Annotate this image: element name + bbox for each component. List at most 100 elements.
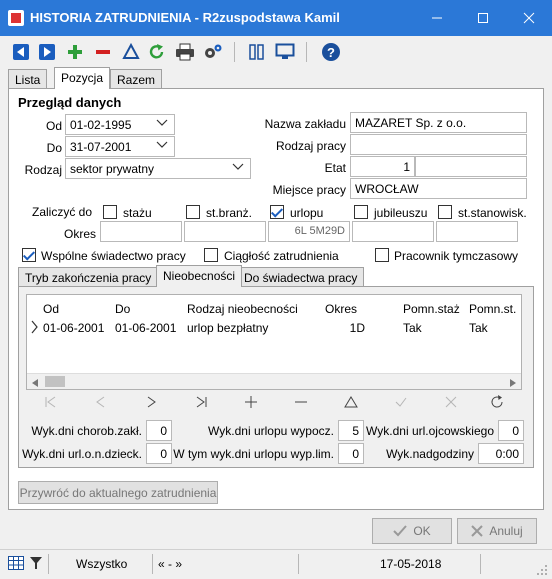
- staz-label: stażu: [123, 206, 152, 220]
- tab-do-swiadectwa[interactable]: Do świadectwa pracy: [237, 267, 365, 287]
- triangle-icon: [122, 43, 140, 59]
- okres-label: Okres: [63, 227, 96, 241]
- status-filter: Wszystko: [76, 557, 128, 571]
- col-do[interactable]: Do: [115, 302, 130, 316]
- nazwa-field[interactable]: MAZARET Sp. z o.o.: [350, 112, 527, 133]
- etat-field[interactable]: 1: [350, 156, 415, 177]
- add-button[interactable]: [64, 41, 86, 63]
- jubileusz-value[interactable]: [352, 221, 434, 242]
- monitor-icon: [275, 43, 295, 59]
- miejsce-label: Miejsce pracy: [272, 183, 346, 197]
- cancel-edit-button[interactable]: [426, 391, 476, 413]
- tymczasowy-checkbox[interactable]: [375, 248, 389, 262]
- wymiar-value: 0: [338, 443, 364, 464]
- miejsce-field[interactable]: WROCŁAW: [350, 178, 527, 199]
- post-button[interactable]: [376, 391, 426, 413]
- next-record-button[interactable]: [36, 41, 58, 63]
- scroll-right-icon[interactable]: [509, 377, 517, 391]
- cell-pomn-staz: Tak: [403, 321, 422, 335]
- status-separator: [298, 554, 299, 574]
- tab-razem[interactable]: Razem: [110, 69, 163, 89]
- urlop-checkbox[interactable]: [270, 205, 284, 219]
- remove-button[interactable]: [276, 391, 326, 413]
- next-button[interactable]: [126, 391, 176, 413]
- settings-button[interactable]: [202, 41, 224, 63]
- jubileusz-checkbox[interactable]: [354, 205, 368, 219]
- insert-button[interactable]: [226, 391, 276, 413]
- col-pomn-st[interactable]: Pomn.st.: [469, 302, 516, 316]
- chevron-down-icon: [156, 141, 168, 152]
- opieka-label: Wyk.dni url.o.n.dzieck.: [22, 447, 142, 461]
- svg-text:?: ?: [327, 45, 335, 60]
- monitor-button[interactable]: [274, 41, 296, 63]
- maximize-icon: [478, 13, 488, 23]
- prev-record-button[interactable]: [10, 41, 32, 63]
- ok-label: OK: [413, 524, 431, 538]
- cell-do: 01-06-2001: [115, 321, 177, 335]
- restore-current-employment-button[interactable]: Przywróć do aktualnego zatrudnienia: [18, 481, 218, 504]
- st-branz-checkbox[interactable]: [186, 205, 200, 219]
- refresh-grid-button[interactable]: [472, 391, 522, 413]
- cancel-button[interactable]: Anuluj: [457, 518, 537, 544]
- prev-button[interactable]: [76, 391, 126, 413]
- tab-tryb-zakonczenia[interactable]: Tryb zakończenia pracy: [18, 267, 159, 287]
- close-button[interactable]: [506, 0, 552, 36]
- status-date: 17-05-2018: [380, 557, 442, 571]
- grid-navigator: [26, 391, 522, 413]
- columns-button[interactable]: [246, 41, 268, 63]
- maximize-button[interactable]: [460, 0, 506, 36]
- tymczasowy-label: Pracownik tymczasowy: [394, 249, 519, 263]
- prev-icon: [96, 396, 105, 408]
- tab-nieobecnosci[interactable]: Nieobecności: [156, 265, 243, 287]
- grid-scrollbar[interactable]: [27, 373, 521, 389]
- etat-extra-field[interactable]: [415, 156, 527, 177]
- col-od[interactable]: Od: [43, 302, 59, 316]
- edit-row-button[interactable]: [326, 391, 376, 413]
- toolbar: ?: [0, 36, 552, 68]
- scroll-left-icon[interactable]: [31, 377, 39, 391]
- check-icon: [393, 525, 408, 537]
- status-separator: [152, 554, 153, 574]
- absence-grid[interactable]: Od Do Rodzaj nieobecności Okres Pomn.sta…: [26, 294, 522, 390]
- zaliczyc-label: Zaliczyć do: [32, 205, 93, 219]
- table-row[interactable]: 01-06-2001 01-06-2001 urlop bezpłatny 1D…: [27, 319, 521, 337]
- urlop-value[interactable]: 6L 5M29D: [268, 221, 350, 242]
- od-date-picker[interactable]: 01-02-1995: [65, 114, 175, 135]
- minimize-icon: [432, 17, 442, 19]
- minimize-button[interactable]: [414, 0, 460, 36]
- do-date-picker[interactable]: 31-07-2001: [65, 136, 175, 157]
- col-okres[interactable]: Okres: [325, 302, 357, 316]
- last-icon: [196, 396, 207, 408]
- urlopu-label: Wyk.dni urlopu wypocz.: [208, 424, 334, 438]
- rodzaj-pracy-field[interactable]: [350, 134, 527, 155]
- staz-value[interactable]: [100, 221, 182, 242]
- wspolne-checkbox[interactable]: [22, 248, 36, 262]
- first-record-button[interactable]: [26, 391, 76, 413]
- print-button[interactable]: [174, 41, 196, 63]
- rodzaj-select[interactable]: sektor prywatny: [65, 158, 251, 179]
- st-stanowisk-checkbox[interactable]: [438, 205, 452, 219]
- status-separator: [480, 554, 481, 574]
- ciaglosc-checkbox[interactable]: [204, 248, 218, 262]
- triangle-icon: [344, 396, 358, 408]
- first-icon: [45, 396, 56, 408]
- st-stanowisk-value[interactable]: [436, 221, 518, 242]
- st-branz-value[interactable]: [184, 221, 266, 242]
- ok-button[interactable]: OK: [372, 518, 452, 544]
- delete-button[interactable]: [92, 41, 114, 63]
- refresh-button[interactable]: [146, 41, 168, 63]
- urlop-label: urlopu: [290, 206, 324, 220]
- gears-icon: [205, 44, 222, 58]
- last-record-button[interactable]: [176, 391, 226, 413]
- col-rodzaj[interactable]: Rodzaj nieobecności: [187, 302, 298, 316]
- help-button[interactable]: ?: [320, 41, 342, 63]
- scrollbar-thumb[interactable]: [45, 376, 65, 387]
- grid-icon[interactable]: [8, 556, 24, 573]
- filter-icon[interactable]: [29, 556, 43, 573]
- status-bar: Wszystko « - » 17-05-2018: [0, 549, 552, 577]
- col-pomn-staz[interactable]: Pomn.staż: [403, 302, 460, 316]
- staz-checkbox[interactable]: [103, 205, 117, 219]
- tab-pozycja[interactable]: Pozycja: [54, 67, 111, 89]
- tab-lista[interactable]: Lista: [8, 69, 48, 89]
- edit-button[interactable]: [120, 41, 142, 63]
